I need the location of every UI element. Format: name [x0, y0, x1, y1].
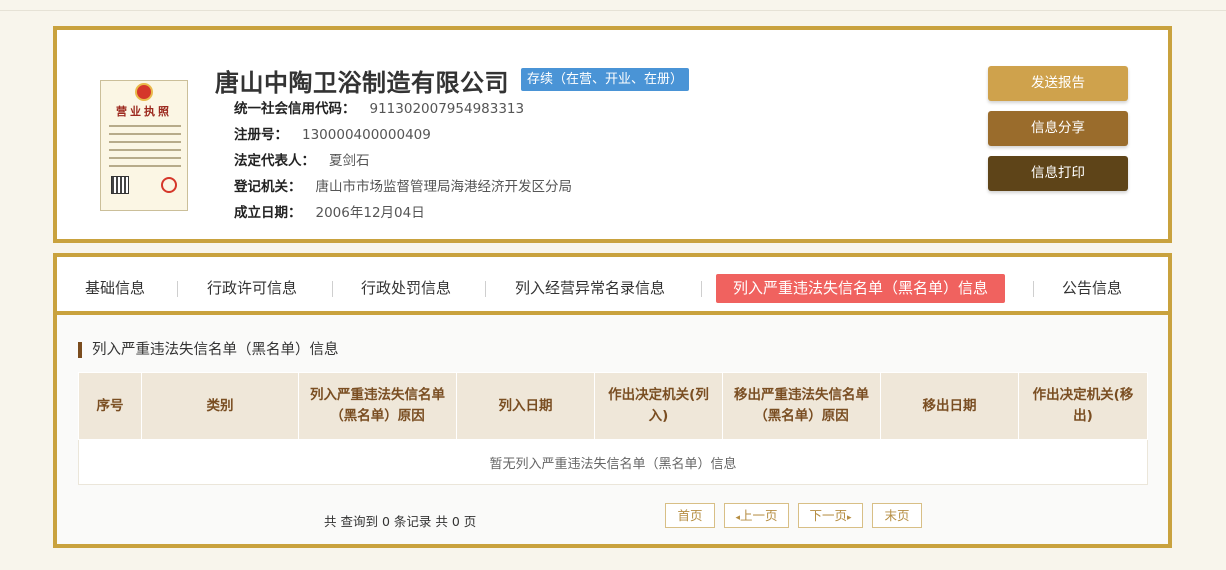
detail-panel: 基础信息 行政许可信息 行政处罚信息 列入经营异常名录信息 列入严重违法失信名单…: [53, 253, 1172, 548]
next-page-button[interactable]: 下一页▸: [798, 503, 863, 528]
status-badge: 存续（在营、开业、在册）: [521, 68, 690, 91]
next-page-label: 下一页: [809, 508, 847, 523]
top-divider: [0, 10, 1226, 11]
column-header-removal-reason: 移出严重违法失信名单（黑名单）原因: [722, 372, 881, 440]
company-name: 唐山中陶卫浴制造有限公司: [215, 69, 509, 97]
field-legal-representative: 法定代表人： 夏剑石: [234, 153, 370, 169]
company-fields: 统一社会信用代码： 911302007954983313 注册号： 13000040…: [234, 96, 572, 226]
field-established-date: 成立日期： 2006年12月04日: [234, 205, 425, 221]
section-title: 列入严重违法失信名单（黑名单）信息: [78, 342, 339, 358]
column-header-listing-authority: 作出决定机关(列入): [594, 372, 723, 440]
license-title: 营业执照: [116, 105, 172, 118]
tab-bar: 基础信息 行政许可信息 行政处罚信息 列入经营异常名录信息 列入严重违法失信名单…: [57, 257, 1168, 315]
business-license-image: 营业执照: [100, 80, 188, 211]
company-info-card: 营业执照 唐山中陶卫浴制造有限公司 存续（在营、开业、在册） 统一社会信用代码：…: [53, 26, 1172, 243]
column-header-category: 类别: [141, 372, 299, 440]
field-credit-code: 统一社会信用代码： 911302007954983313: [234, 101, 525, 117]
column-header-removal-authority: 作出决定机关(移出): [1018, 372, 1148, 440]
national-emblem-icon: [135, 83, 153, 101]
prev-page-label: 上一页: [740, 508, 778, 523]
record-summary: 共 查询到 0 条记录 共 0 页: [324, 514, 477, 529]
column-header-listing-reason: 列入严重违法失信名单（黑名单）原因: [298, 372, 457, 440]
seal-icon: [161, 177, 177, 193]
field-registration-authority: 登记机关： 唐山市市场监督管理局海港经济开发区分局: [234, 179, 572, 195]
print-info-button[interactable]: 信息打印: [988, 156, 1128, 191]
field-registration-number: 注册号： 130000400000409: [234, 127, 431, 143]
send-report-button[interactable]: 发送报告: [988, 66, 1128, 101]
tab-announcements[interactable]: 公告信息: [1062, 274, 1122, 303]
column-header-listing-date: 列入日期: [456, 372, 595, 440]
last-page-button[interactable]: 末页: [872, 503, 922, 528]
first-page-button[interactable]: 首页: [665, 503, 715, 528]
chevron-right-icon: ▸: [846, 513, 852, 523]
prev-page-button[interactable]: ◂上一页: [724, 503, 789, 528]
table-header-row: 序号 类别 列入严重违法失信名单（黑名单）原因 列入日期 作出决定机关(列入) …: [78, 372, 1148, 440]
blacklist-table: 序号 类别 列入严重违法失信名单（黑名单）原因 列入日期 作出决定机关(列入) …: [78, 372, 1148, 485]
column-header-index: 序号: [78, 372, 142, 440]
tab-admin-license[interactable]: 行政许可信息: [207, 274, 297, 303]
tab-basic-info[interactable]: 基础信息: [85, 274, 145, 303]
tab-abnormal-list[interactable]: 列入经营异常名录信息: [515, 274, 665, 303]
qr-code-icon: [111, 176, 129, 194]
tab-admin-penalty[interactable]: 行政处罚信息: [361, 274, 451, 303]
share-info-button[interactable]: 信息分享: [988, 111, 1128, 146]
table-row: 暂无列入严重违法失信名单（黑名单）信息: [78, 439, 1148, 485]
column-header-removal-date: 移出日期: [880, 372, 1019, 440]
empty-state-text: 暂无列入严重违法失信名单（黑名单）信息: [78, 439, 1148, 485]
tab-blacklist[interactable]: 列入严重违法失信名单（黑名单）信息: [716, 274, 1006, 303]
